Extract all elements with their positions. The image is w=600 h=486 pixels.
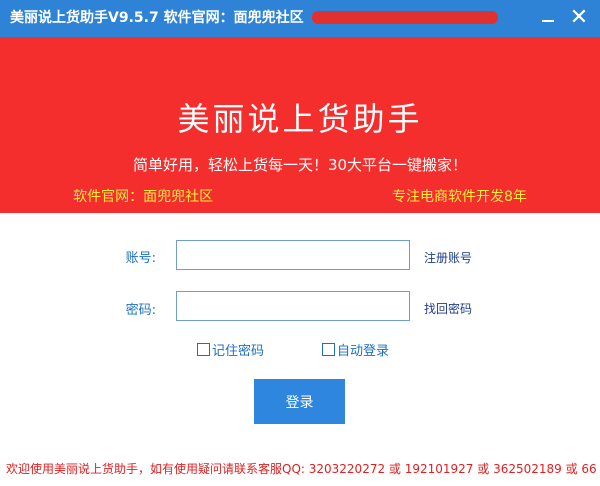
account-label: 账号: xyxy=(125,251,156,266)
remember-password-checkbox[interactable]: 记住密码 xyxy=(197,340,264,359)
close-button[interactable]: ✕ xyxy=(566,5,592,31)
banner-site-line: 软件官网：面兜兜社区 专注电商软件开发8年 xyxy=(0,186,600,206)
login-button[interactable]: 登录 xyxy=(254,379,345,424)
password-label: 密码: xyxy=(125,303,156,318)
site-prefix: 软件官网：面兜兜社区 xyxy=(73,189,214,205)
recover-password-link[interactable]: 找回密码 xyxy=(424,300,472,317)
banner-title: 美丽说上货助手 xyxy=(177,100,423,138)
checkbox-box[interactable] xyxy=(322,343,335,356)
window-title: 美丽说上货助手V9.5.7 软件官网：面兜兜社区 xyxy=(10,10,304,26)
register-link[interactable]: 注册账号 xyxy=(424,249,472,266)
banner-slogan: 简单好用，轻松上货每一天！30大平台一键搬家！ xyxy=(132,156,468,174)
redacted-url-mark xyxy=(312,11,498,24)
remember-password-label: 记住密码 xyxy=(212,344,265,359)
title-bar: 美丽说上货助手V9.5.7 软件官网：面兜兜社区 ✕ xyxy=(0,0,600,37)
site-suffix: 专注电商软件开发8年 xyxy=(391,189,527,205)
account-input[interactable] xyxy=(176,240,410,270)
banner: 美丽说上货助手 简单好用，轻松上货每一天！30大平台一键搬家！ 软件官网：面兜兜… xyxy=(0,37,600,213)
footer-message: 欢迎使用美丽说上货助手，如有使用疑问请联系客服QQ: 3203220272 或 … xyxy=(6,462,597,476)
checkbox-box[interactable] xyxy=(197,343,210,356)
close-icon: ✕ xyxy=(569,5,589,30)
password-input[interactable] xyxy=(176,291,410,321)
auto-login-label: 自动登录 xyxy=(337,344,390,359)
auto-login-checkbox[interactable]: 自动登录 xyxy=(322,340,389,359)
minimize-button[interactable] xyxy=(536,5,560,31)
